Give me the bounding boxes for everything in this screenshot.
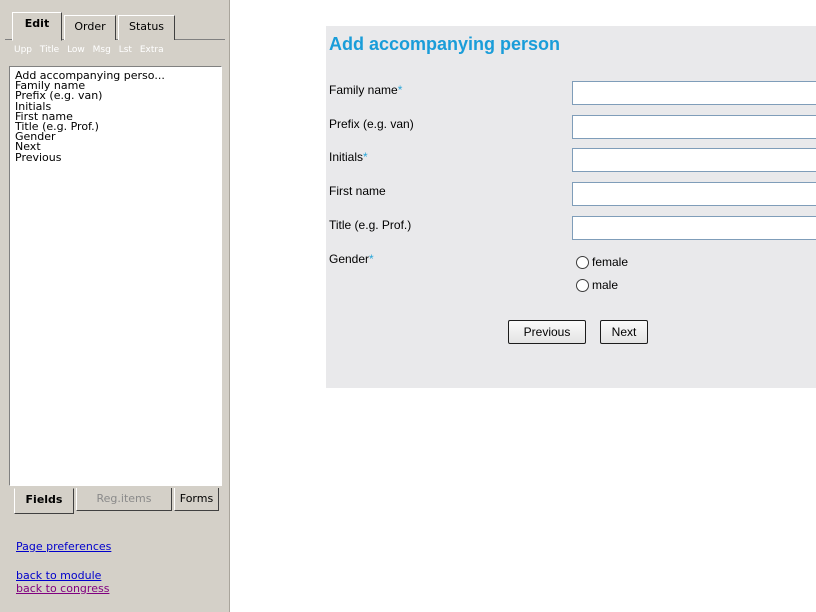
page-title: Add accompanying person bbox=[329, 34, 561, 54]
prefix-row: Prefix (e.g. van) bbox=[326, 115, 816, 141]
required-marker: * bbox=[363, 150, 368, 164]
gender-row: Gender* female male bbox=[326, 250, 816, 300]
initials-label: Initials* bbox=[329, 150, 368, 164]
list-item[interactable]: Title (e.g. Prof.) bbox=[15, 122, 216, 132]
toolbar-upp-button[interactable]: Upp bbox=[14, 45, 32, 55]
sidebar: Edit Order Status Upp Title Low Msg Lst … bbox=[0, 0, 230, 612]
list-item[interactable]: Add accompanying perso... bbox=[15, 71, 216, 81]
family-name-row: Family name* bbox=[326, 81, 816, 107]
required-marker: * bbox=[397, 83, 403, 97]
family-name-label: Family name* bbox=[329, 83, 403, 97]
toolbar-lst-button[interactable]: Lst bbox=[119, 45, 132, 55]
tab-order[interactable]: Order bbox=[64, 15, 116, 40]
first-name-field[interactable] bbox=[572, 182, 816, 206]
toolbar-extra-button[interactable]: Extra bbox=[140, 45, 164, 55]
tab-status[interactable]: Status bbox=[118, 15, 175, 40]
list-item[interactable]: Prefix (e.g. van) bbox=[15, 91, 216, 101]
family-name-field[interactable] bbox=[572, 81, 816, 105]
initials-row: Initials* bbox=[326, 148, 816, 174]
tab-fields[interactable]: Fields bbox=[14, 488, 74, 514]
next-button[interactable]: Next bbox=[600, 320, 648, 344]
radio-circle-icon[interactable] bbox=[576, 255, 589, 269]
form-panel: Add accompanying person Family name* Pre… bbox=[326, 26, 816, 388]
field-toolbar: Upp Title Low Msg Lst Extra bbox=[14, 45, 224, 59]
back-to-module-link[interactable]: back to module bbox=[16, 569, 101, 582]
prefix-field[interactable] bbox=[572, 115, 816, 139]
page-preferences-link[interactable]: Page preferences bbox=[16, 540, 111, 553]
required-marker: * bbox=[369, 252, 374, 266]
tab-forms[interactable]: Forms bbox=[174, 488, 219, 511]
previous-button[interactable]: Previous bbox=[508, 320, 586, 344]
list-item[interactable]: Next bbox=[15, 142, 216, 152]
sidebar-top-tabs: Edit Order Status bbox=[5, 12, 225, 41]
field-list[interactable]: Add accompanying perso... Family name Pr… bbox=[9, 66, 222, 486]
toolbar-title-button[interactable]: Title bbox=[40, 45, 59, 55]
list-item[interactable]: First name bbox=[15, 112, 216, 122]
back-to-congress-link[interactable]: back to congress bbox=[16, 582, 109, 595]
gender-male-radio[interactable]: male bbox=[576, 278, 618, 292]
tab-edit[interactable]: Edit bbox=[12, 12, 62, 41]
gender-female-label: female bbox=[592, 255, 629, 269]
prefix-label: Prefix (e.g. van) bbox=[329, 117, 414, 131]
radio-circle-icon[interactable] bbox=[576, 278, 589, 292]
toolbar-msg-button[interactable]: Msg bbox=[93, 45, 111, 55]
list-item[interactable]: Previous bbox=[15, 153, 216, 163]
list-item[interactable]: Family name bbox=[15, 81, 216, 91]
sidebar-bottom-tabs: Fields Reg.items Forms bbox=[14, 488, 219, 514]
toolbar-low-button[interactable]: Low bbox=[67, 45, 85, 55]
title-row: Title (e.g. Prof.) bbox=[326, 216, 816, 242]
gender-label: Gender* bbox=[329, 252, 374, 266]
title-field[interactable] bbox=[572, 216, 816, 240]
gender-female-radio[interactable]: female bbox=[576, 255, 628, 269]
list-item[interactable]: Gender bbox=[15, 132, 216, 142]
list-item[interactable]: Initials bbox=[15, 102, 216, 112]
first-name-row: First name bbox=[326, 182, 816, 208]
first-name-label: First name bbox=[329, 184, 386, 198]
title-label: Title (e.g. Prof.) bbox=[329, 218, 412, 232]
initials-field[interactable] bbox=[572, 148, 816, 172]
tab-reg-items[interactable]: Reg.items bbox=[76, 488, 172, 511]
gender-male-label: male bbox=[592, 278, 619, 292]
